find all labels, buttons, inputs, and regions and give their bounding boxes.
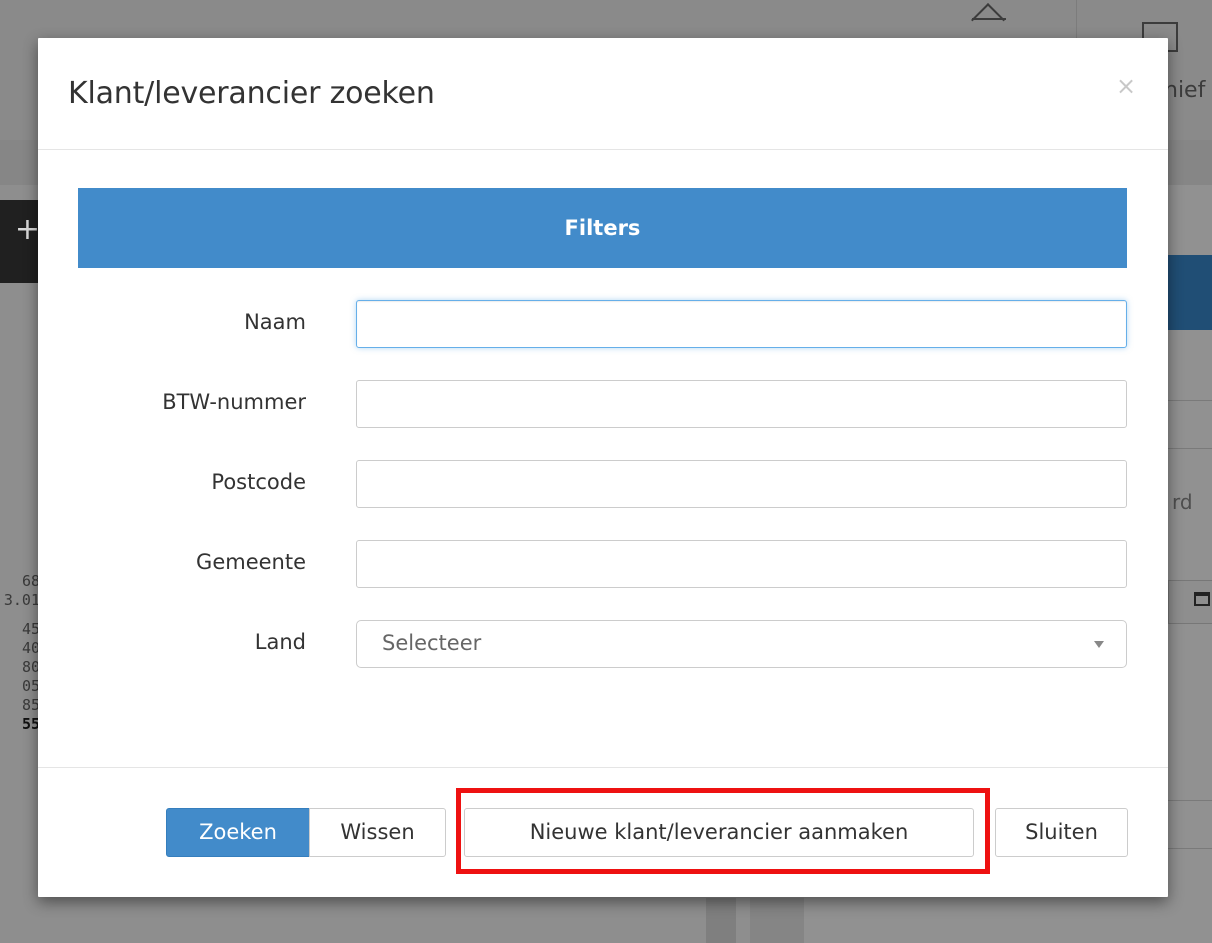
naam-input[interactable] [356,300,1127,348]
background-divider [1168,848,1212,849]
postcode-input[interactable] [356,460,1127,508]
form-row-land: Land Selecteer [38,620,1168,668]
search-customer-supplier-dialog: Klant/leverancier zoeken × Filters Naam … [38,38,1168,897]
naam-label: Naam [244,310,306,334]
background-number: 3.01 [3,591,40,609]
clear-button[interactable]: Wissen [309,808,446,857]
background-number: 45 [21,620,40,638]
create-new-customer-supplier-button[interactable]: Nieuwe klant/leverancier aanmaken [464,808,974,857]
calendar-icon [1194,592,1210,606]
form-row-naam: Naam [38,300,1168,348]
background-divider [1168,800,1212,801]
background-number: 80 [21,658,40,676]
btw-number-label: BTW-nummer [162,390,306,414]
background-divider [1168,400,1212,401]
modal-header: Klant/leverancier zoeken × [38,38,1168,150]
modal-title: Klant/leverancier zoeken [68,76,435,111]
form-row-postcode: Postcode [38,460,1168,508]
close-button[interactable]: Sluiten [995,808,1128,857]
filters-header: Filters [78,188,1127,268]
filters-header-label: Filters [564,216,641,240]
archive-label: hief [1164,78,1206,103]
land-select[interactable]: Selecteer [356,620,1127,668]
background-number: 55 [21,715,40,733]
background-divider [1168,448,1212,449]
form-row-gemeente: Gemeente [38,540,1168,588]
gemeente-input[interactable] [356,540,1127,588]
background-number: 85 [21,696,40,714]
background-add-icon: + [0,200,40,283]
land-label: Land [254,630,306,654]
background-number-column: 68 3.01 45 40 80 05 85 55 [0,572,40,734]
caret-down-icon [1094,641,1104,648]
land-select-value: Selecteer [382,631,482,655]
search-button[interactable]: Zoeken [166,808,310,857]
gemeente-label: Gemeente [196,550,306,574]
postcode-label: Postcode [211,470,306,494]
background-strip [706,898,736,943]
modal-footer-divider [38,767,1168,768]
background-number: 40 [21,639,40,657]
form-row-btw: BTW-nummer [38,380,1168,428]
close-icon[interactable]: × [1114,74,1138,98]
background-number: 05 [21,677,40,695]
background-number: 68 [21,572,40,590]
background-strip [750,898,804,943]
background-right-text: rd [1172,490,1193,514]
btw-number-input[interactable] [356,380,1127,428]
